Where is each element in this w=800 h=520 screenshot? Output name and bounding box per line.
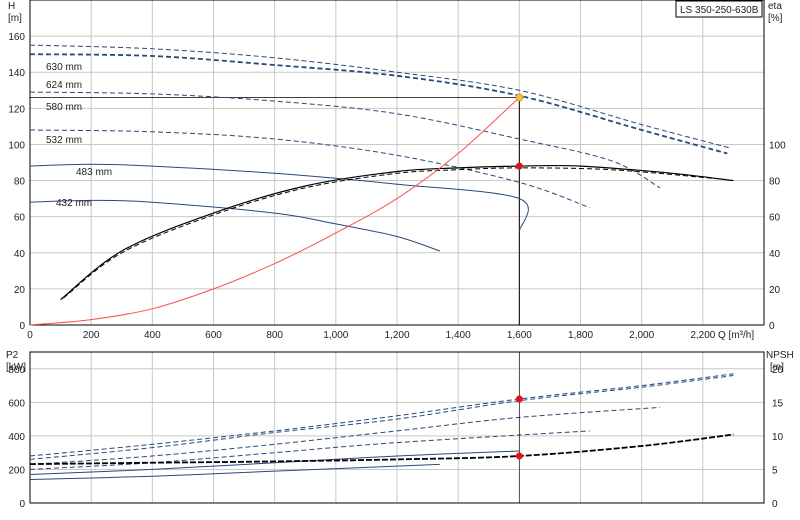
y-right-label-npsh-unit: [m]	[770, 362, 784, 373]
npsh-tick-5: 5	[772, 465, 778, 476]
p2-point-marker	[515, 395, 523, 403]
bottom-curves	[29, 352, 734, 503]
x-tick-1200: 1,200	[384, 330, 409, 341]
y-right-label-npsh: NPSH	[766, 350, 794, 361]
x-tick-400: 400	[144, 330, 161, 341]
x-tick-1800: 1,800	[568, 330, 593, 341]
y-right-tick-0: 0	[769, 321, 775, 332]
y-left-label-p2-unit: [kW]	[6, 362, 26, 373]
x-tick-1600: 1,600	[507, 330, 532, 341]
y-right-tick-100: 100	[769, 140, 786, 151]
x-tick-1400: 1,400	[446, 330, 471, 341]
npsh-tick-15: 15	[772, 398, 784, 409]
p2-tick-600: 600	[8, 398, 25, 409]
x-tick-2200: 2,200	[690, 330, 715, 341]
x-axis-label: Q [m³/h]	[718, 330, 754, 341]
y-right-tick-80: 80	[769, 177, 781, 188]
p2-tick-0: 0	[19, 499, 25, 510]
npsh-tick-10: 10	[772, 432, 784, 443]
y-left-tick-40: 40	[14, 249, 26, 260]
y-left-tick-120: 120	[8, 104, 25, 115]
y-left-label-p2: P2	[6, 350, 19, 361]
efficiency-point-marker	[515, 162, 523, 170]
chart-title: LS 350-250-630B	[680, 5, 759, 16]
bottom-tick-labels: 020040060080005101520	[8, 365, 783, 510]
y-right-tick-40: 40	[769, 249, 781, 260]
y-left-label-h: H	[8, 1, 15, 12]
duty-point-marker	[515, 93, 524, 102]
pump-performance-chart: 0 200 400 600 800 1,000 1,200 1,400 1,600 1,800 2,…	[0, 0, 800, 510]
p2-tick-200: 200	[8, 465, 25, 476]
head-efficiency-plot: 0 200 400 600 800 1,000 1,200 1,400 1,600 1,800 2,…	[0, 0, 800, 341]
y-right-tick-20: 20	[769, 285, 781, 296]
head-curve-label: 630 mm	[46, 62, 82, 73]
p2-tick-400: 400	[8, 432, 25, 443]
y-left-tick-100: 100	[8, 140, 25, 151]
y-left-tick-60: 60	[14, 213, 26, 224]
head-curve-label: 483 mm	[76, 167, 112, 178]
y-right-label-eta-unit: [%]	[768, 13, 783, 24]
head-curve-label: 624 mm	[46, 80, 82, 91]
x-tick-600: 600	[205, 330, 222, 341]
bottom-grid	[29, 352, 765, 504]
x-tick-0: 0	[27, 330, 33, 341]
y-left-label-h-unit: [m]	[8, 13, 22, 24]
y-left-tick-20: 20	[14, 285, 26, 296]
npsh-point-marker	[515, 452, 523, 460]
y-left-tick-140: 140	[8, 68, 25, 79]
head-curve-label: 580 mm	[46, 102, 82, 113]
y-right-label-eta: eta	[768, 1, 782, 12]
npsh-tick-0: 0	[772, 499, 778, 510]
head-curve-label: 532 mm	[46, 135, 82, 146]
x-tick-1000: 1,000	[323, 330, 348, 341]
x-tick-2000: 2,000	[629, 330, 654, 341]
head-curve-label: 432 mm	[56, 198, 92, 209]
x-tick-200: 200	[83, 330, 100, 341]
y-left-tick-0: 0	[19, 321, 25, 332]
y-right-tick-60: 60	[769, 213, 781, 224]
y-left-tick-160: 160	[8, 32, 25, 43]
power-npsh-plot: 020040060080005101520 P2 [kW] NPSH [m]	[6, 350, 794, 510]
chart-title-box: LS 350-250-630B	[675, 0, 763, 18]
x-tick-800: 800	[266, 330, 283, 341]
y-left-tick-80: 80	[14, 177, 26, 188]
